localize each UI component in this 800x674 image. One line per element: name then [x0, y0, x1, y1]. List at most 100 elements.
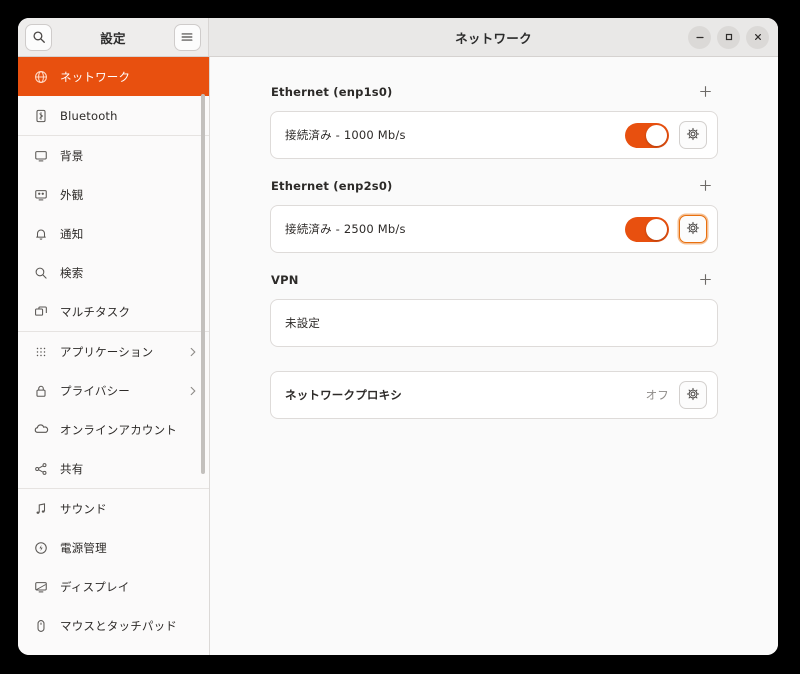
minimize-icon — [695, 32, 705, 42]
cloud-icon — [32, 422, 50, 437]
sidebar-item-applications[interactable]: アプリケーション — [18, 332, 209, 371]
ethernet-2-settings-button[interactable] — [679, 215, 707, 243]
close-button[interactable] — [746, 25, 769, 49]
sidebar-item-sharing[interactable]: 共有 — [18, 449, 209, 488]
sidebar-item-label: オンラインアカウント — [60, 422, 177, 437]
gear-icon — [686, 126, 700, 145]
network-panel: Ethernet (enp1s0) 接続済み - 1000 Mb/s Ether… — [270, 79, 718, 419]
sidebar-item-network[interactable]: ネットワーク — [18, 57, 209, 96]
search-icon — [32, 266, 50, 280]
add-vpn-button[interactable] — [694, 269, 716, 291]
music-note-icon — [32, 502, 50, 516]
chevron-right-icon — [187, 385, 199, 397]
sidebar-item-label: Bluetooth — [60, 108, 118, 123]
ethernet-1-settings-button[interactable] — [679, 121, 707, 149]
section-title: VPN — [271, 273, 299, 287]
sidebar-item-label: 電源管理 — [60, 540, 107, 555]
sidebar-item-search[interactable]: 検索 — [18, 253, 209, 292]
sidebar-item-privacy[interactable]: プライバシー — [18, 371, 209, 410]
hamburger-menu-icon — [180, 30, 194, 44]
chevron-right-icon — [187, 346, 199, 358]
maximize-icon — [724, 32, 734, 42]
window-body: ネットワーク Bluetooth 背景 外観 通知 検索 マルチタスク アプリケ… — [18, 57, 778, 655]
main-headerbar: ネットワーク — [209, 18, 778, 56]
page-title: ネットワーク — [455, 30, 532, 46]
network-proxy-card: ネットワークプロキシ オフ — [270, 371, 718, 419]
network-settings-content: Ethernet (enp1s0) 接続済み - 1000 Mb/s Ether… — [210, 57, 778, 655]
main-menu-button[interactable] — [173, 23, 201, 51]
grid-apps-icon — [32, 345, 50, 359]
vpn-row: 未設定 — [271, 300, 717, 346]
sidebar-item-sound[interactable]: サウンド — [18, 489, 209, 528]
sidebar-group: アプリケーション プライバシー オンラインアカウント 共有 — [18, 332, 209, 488]
ethernet-2-row: 接続済み - 2500 Mb/s — [271, 206, 717, 252]
sidebar-item-label: 通知 — [60, 226, 84, 241]
network-proxy-row[interactable]: ネットワークプロキシ オフ — [271, 372, 717, 418]
lock-icon — [32, 384, 50, 398]
vpn-status: 未設定 — [285, 316, 321, 330]
bluetooth-icon — [32, 109, 50, 123]
section-title: Ethernet (enp2s0) — [271, 179, 393, 193]
power-icon — [32, 541, 50, 555]
vpn-card: 未設定 — [270, 299, 718, 347]
settings-sidebar: ネットワーク Bluetooth 背景 外観 通知 検索 マルチタスク アプリケ… — [18, 57, 210, 655]
close-icon — [753, 32, 763, 42]
gear-icon — [686, 386, 700, 405]
network-proxy-value: オフ — [645, 388, 669, 402]
sidebar-item-label: アプリケーション — [60, 344, 154, 359]
sidebar-item-label: サウンド — [60, 501, 107, 516]
sidebar-item-label: 共有 — [60, 461, 84, 476]
sidebar-item-label: マルチタスク — [60, 304, 131, 319]
maximize-button[interactable] — [717, 25, 740, 49]
sidebar-item-power[interactable]: 電源管理 — [18, 528, 209, 567]
sidebar-group: サウンド 電源管理 ディスプレイ マウスとタッチパッド — [18, 489, 209, 645]
sidebar-title: 設定 — [100, 30, 126, 46]
sidebar-item-label: 検索 — [60, 265, 84, 280]
sidebar-item-online-accounts[interactable]: オンラインアカウント — [18, 410, 209, 449]
window-titlebar: 設定 ネットワーク — [18, 18, 778, 57]
multitasking-icon — [32, 305, 50, 319]
plus-icon — [699, 271, 712, 290]
sidebar-item-mouse-touchpad[interactable]: マウスとタッチパッド — [18, 606, 209, 645]
share-icon — [32, 462, 50, 476]
add-ethernet-1-button[interactable] — [694, 81, 716, 103]
minimize-button[interactable] — [688, 25, 711, 49]
plus-icon — [699, 177, 712, 196]
mouse-icon — [32, 619, 50, 633]
ethernet-2-card: 接続済み - 2500 Mb/s — [270, 205, 718, 253]
sidebar-group: 背景 外観 通知 検索 マルチタスク — [18, 136, 209, 331]
sidebar-item-appearance[interactable]: 外観 — [18, 175, 209, 214]
globe-icon — [32, 70, 50, 84]
search-button[interactable] — [25, 23, 52, 51]
search-icon — [32, 30, 46, 44]
ethernet-1-card: 接続済み - 1000 Mb/s — [270, 111, 718, 159]
sidebar-item-displays[interactable]: ディスプレイ — [18, 567, 209, 606]
sidebar-item-label: ネットワーク — [60, 69, 131, 84]
sidebar-item-label: マウスとタッチパッド — [60, 618, 177, 633]
settings-window: 設定 ネットワーク ネットワーク Bluetooth 背景 外観 通知 検索 マ… — [18, 18, 778, 655]
sidebar-headerbar: 設定 — [18, 18, 209, 56]
display-icon — [32, 580, 50, 594]
ethernet-1-row: 接続済み - 1000 Mb/s — [271, 112, 717, 158]
section-header-ethernet-2: Ethernet (enp2s0) — [270, 173, 718, 199]
sidebar-item-notifications[interactable]: 通知 — [18, 214, 209, 253]
ethernet-2-toggle[interactable] — [625, 216, 669, 242]
ethernet-1-toggle[interactable] — [625, 122, 669, 148]
sidebar-group: ネットワーク Bluetooth — [18, 57, 209, 135]
gear-icon — [686, 220, 700, 239]
wallpaper-icon — [32, 149, 50, 163]
sidebar-item-background[interactable]: 背景 — [18, 136, 209, 175]
network-proxy-label: ネットワークプロキシ — [285, 388, 402, 402]
sidebar-item-label: 外観 — [60, 187, 84, 202]
add-ethernet-2-button[interactable] — [694, 175, 716, 197]
sidebar-item-bluetooth[interactable]: Bluetooth — [18, 96, 209, 135]
sidebar-scrollbar[interactable] — [201, 94, 205, 474]
ethernet-1-status: 接続済み - 1000 Mb/s — [285, 128, 406, 142]
section-header-vpn: VPN — [270, 267, 718, 293]
sidebar-item-label: ディスプレイ — [60, 579, 130, 594]
appearance-icon — [32, 188, 50, 202]
sidebar-item-multitasking[interactable]: マルチタスク — [18, 292, 209, 331]
sidebar-item-label: プライバシー — [60, 383, 130, 398]
section-title: Ethernet (enp1s0) — [271, 85, 393, 99]
network-proxy-settings-button[interactable] — [679, 381, 707, 409]
